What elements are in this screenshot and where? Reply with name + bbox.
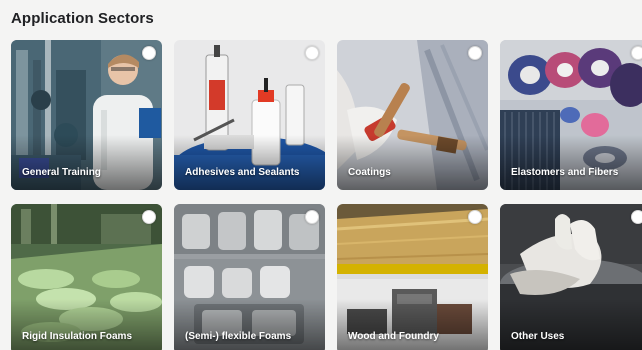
sector-card-adhesives-and-sealants[interactable]: Adhesives and Sealants [174,40,325,190]
sector-label: Wood and Foundry [348,331,439,342]
sector-card-elastomers-and-fibers[interactable]: Elastomers and Fibers [500,40,642,190]
select-radio[interactable] [468,46,482,60]
sector-label: General Training [22,167,101,178]
sector-label: Elastomers and Fibers [511,167,619,178]
sector-label: Coatings [348,167,391,178]
select-radio[interactable] [468,210,482,224]
card-shade [500,299,642,350]
card-shade [11,135,162,190]
card-shade [11,299,162,350]
sector-card-wood-and-foundry[interactable]: Wood and Foundry [337,204,488,350]
sector-label: Adhesives and Sealants [185,167,300,178]
select-radio[interactable] [631,46,642,60]
card-shade [174,135,325,190]
select-radio[interactable] [305,46,319,60]
card-shade [500,135,642,190]
select-radio[interactable] [142,210,156,224]
card-shade [337,299,488,350]
select-radio[interactable] [631,210,642,224]
sector-label: Other Uses [511,331,565,342]
sector-label: (Semi-) flexible Foams [185,331,292,342]
sector-label: Rigid Insulation Foams [22,331,133,342]
sector-card-rigid-insulation-foams[interactable]: Rigid Insulation Foams [11,204,162,350]
sector-card-other-uses[interactable]: Other Uses [500,204,642,350]
select-radio[interactable] [142,46,156,60]
card-shade [174,299,325,350]
sector-card-coatings[interactable]: Coatings [337,40,488,190]
sector-card-general-training[interactable]: General Training [11,40,162,190]
sector-card-semi-flexible-foams[interactable]: (Semi-) flexible Foams [174,204,325,350]
select-radio[interactable] [305,210,319,224]
page-title: Application Sectors [11,10,154,27]
card-shade [337,135,488,190]
